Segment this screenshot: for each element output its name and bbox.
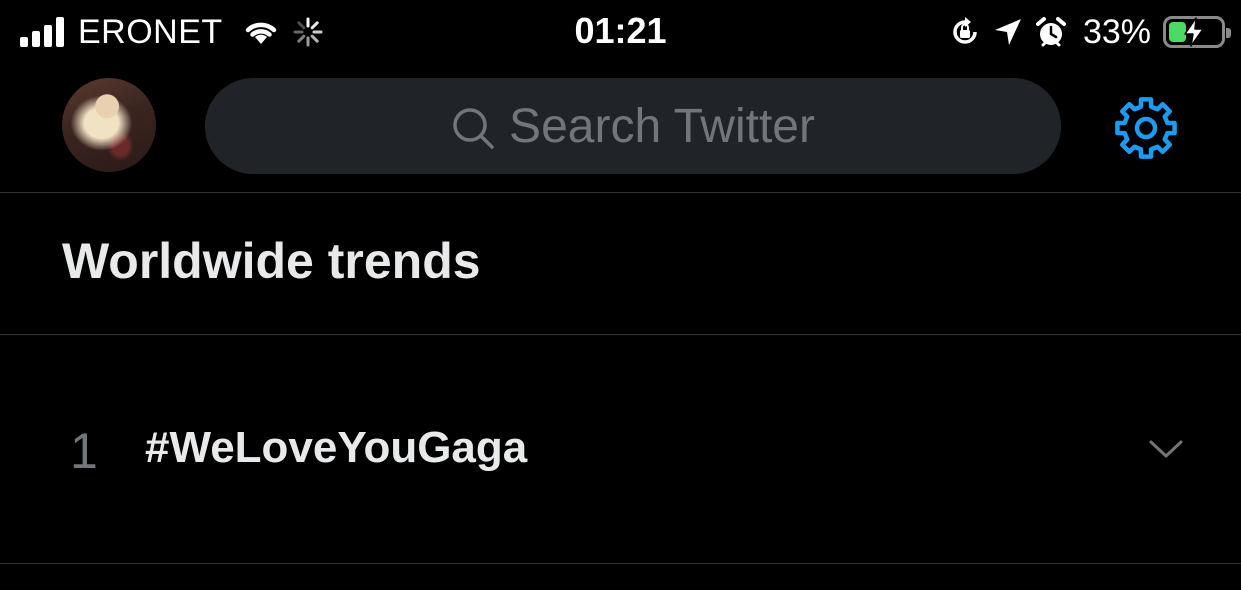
orientation-lock-icon <box>953 17 977 44</box>
section-title: Worldwide trends <box>62 233 481 289</box>
header-divider <box>0 192 1241 193</box>
carrier-name: ERONET <box>78 12 223 51</box>
location-icon <box>994 19 1021 45</box>
battery-nub <box>1226 28 1231 38</box>
search-icon <box>453 108 494 149</box>
gear-icon[interactable] <box>1112 94 1180 162</box>
status-bar: ERONET 01:21 33% <box>0 0 1241 64</box>
alarm-icon <box>1035 17 1066 47</box>
status-left: ERONET <box>20 12 323 52</box>
trend-name: #WeLoveYouGaga <box>145 423 528 472</box>
search-input[interactable]: Search Twitter <box>205 78 1061 174</box>
screen: ERONET 01:21 33% Search Twitter Worldwid… <box>0 0 1241 590</box>
trend-rank: 1 <box>70 423 98 479</box>
avatar[interactable] <box>62 78 156 172</box>
signal-icon <box>20 17 64 47</box>
trend-divider <box>0 563 1241 564</box>
charging-bolt-icon <box>1184 17 1204 47</box>
header: Search Twitter <box>0 64 1241 192</box>
chevron-down-icon[interactable] <box>1148 431 1184 467</box>
trend-item[interactable]: 1 #WeLoveYouGaga <box>0 335 1241 563</box>
battery-percent: 33% <box>1082 12 1151 51</box>
wifi-icon <box>245 22 276 44</box>
battery-icon <box>1163 16 1231 48</box>
search-placeholder: Search Twitter <box>509 99 815 153</box>
status-right: 33% <box>949 12 1231 52</box>
spinner-icon <box>293 17 323 47</box>
